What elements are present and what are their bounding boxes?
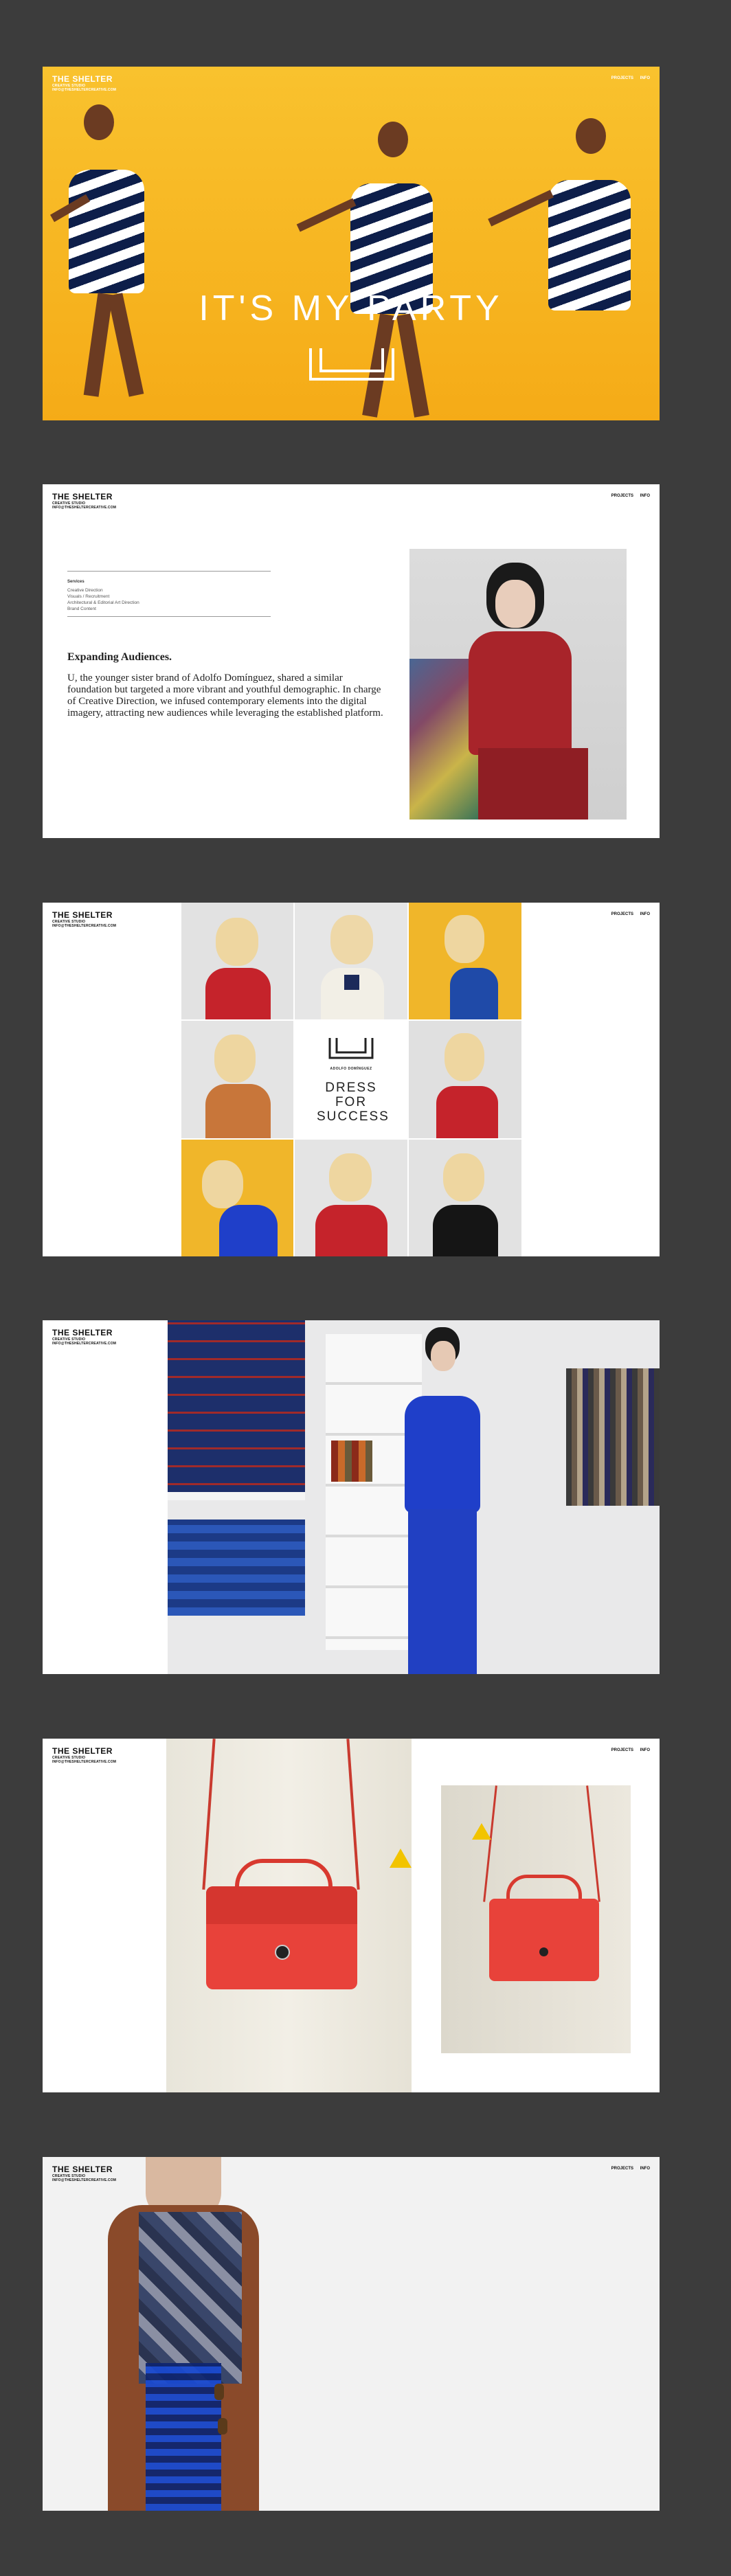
top-nav: PROJECTS INFO: [606, 2167, 650, 2171]
grid-photo: [409, 903, 521, 1019]
campaign-headline: IT'S MY PARTY: [199, 289, 504, 328]
atelier-photo: [168, 1320, 660, 1674]
service-item: Brand Content: [67, 607, 96, 611]
service-item: Architectural & Editorial Art Direction: [67, 600, 139, 605]
services-block: Services Creative Direction Visuals / Re…: [67, 571, 271, 617]
top-nav: PROJECTS INFO: [606, 76, 650, 80]
brand-logo[interactable]: THE SHELTER: [52, 493, 116, 501]
top-nav: PROJECTS INFO: [606, 912, 650, 916]
grid-photo: [409, 1140, 521, 1256]
brand-logo[interactable]: THE SHELTER: [52, 75, 116, 84]
top-nav: PROJECTS INFO: [606, 494, 650, 498]
campaign-photo-left: [43, 67, 247, 420]
brand-logo-tile: ADOLFO DOMÍNGUEZ DRESS FOR SUCCESS: [295, 1021, 407, 1138]
brand-logo[interactable]: THE SHELTER: [52, 2165, 116, 2174]
service-item: Creative Direction: [67, 588, 103, 593]
brand-email[interactable]: INFO@THESHELTERCREATIVE.COM: [52, 924, 116, 928]
brand-email[interactable]: INFO@THESHELTERCREATIVE.COM: [52, 1342, 116, 1346]
brand-block: THE SHELTER CREATIVE STUDIO INFO@THESHEL…: [52, 75, 116, 93]
section-body: U, the younger sister brand of Adolfo Do…: [67, 673, 383, 719]
bag-photo-large: [166, 1739, 412, 2092]
brand-logo[interactable]: THE SHELTER: [52, 1747, 116, 1756]
service-item: Visuals / Recruitment: [67, 594, 110, 599]
u-logo-icon: [309, 348, 394, 381]
nav-info-link[interactable]: INFO: [640, 912, 650, 916]
divider: [67, 616, 271, 617]
brand-email[interactable]: INFO@THESHELTERCREATIVE.COM: [52, 1760, 116, 1764]
divider: [67, 571, 271, 572]
grid-photo: [295, 1140, 407, 1256]
grid-photo: [409, 1021, 521, 1138]
brand-logo[interactable]: THE SHELTER: [52, 911, 116, 920]
brand-email[interactable]: INFO@THESHELTERCREATIVE.COM: [52, 2178, 116, 2182]
brand-block: THE SHELTER CREATIVE STUDIO INFO@THESHEL…: [52, 1329, 116, 1346]
slide-dress-for-success: THE SHELTER CREATIVE STUDIO INFO@THESHEL…: [43, 903, 660, 1256]
slide-red-bag: THE SHELTER CREATIVE STUDIO INFO@THESHEL…: [43, 1739, 660, 2092]
nav-projects-link[interactable]: PROJECTS: [611, 76, 633, 80]
photo-grid: ADOLFO DOMÍNGUEZ DRESS FOR SUCCESS: [181, 903, 521, 1256]
u-logo-icon: [328, 1038, 374, 1059]
grid-photo: [181, 1140, 293, 1256]
brand-email[interactable]: INFO@THESHELTERCREATIVE.COM: [52, 88, 116, 92]
brand-block: THE SHELTER CREATIVE STUDIO INFO@THESHEL…: [52, 911, 116, 929]
slide-its-my-party: THE SHELTER CREATIVE STUDIO INFO@THESHEL…: [43, 67, 660, 420]
nav-info-link[interactable]: INFO: [640, 2167, 650, 2171]
brand-email[interactable]: INFO@THESHELTERCREATIVE.COM: [52, 506, 116, 510]
nav-projects-link[interactable]: PROJECTS: [611, 912, 633, 916]
dress-for-success-text: DRESS FOR SUCCESS: [317, 1081, 390, 1124]
nav-info-link[interactable]: INFO: [640, 76, 650, 80]
nav-info-link[interactable]: INFO: [640, 1748, 650, 1752]
slide-atelier-blue: THE SHELTER CREATIVE STUDIO INFO@THESHEL…: [43, 1320, 660, 1674]
grid-photo: [295, 903, 407, 1019]
nav-info-link[interactable]: INFO: [640, 494, 650, 498]
slide-menswear: THE SHELTER CREATIVE STUDIO INFO@THESHEL…: [43, 2157, 660, 2511]
services-list: Creative Direction Visuals / Recruitment…: [67, 587, 271, 612]
brand-block: THE SHELTER CREATIVE STUDIO INFO@THESHEL…: [52, 2165, 116, 2183]
logo-caption: ADOLFO DOMÍNGUEZ: [330, 1067, 372, 1071]
top-nav: PROJECTS INFO: [606, 1748, 650, 1752]
grid-photo: [181, 903, 293, 1019]
brand-block: THE SHELTER CREATIVE STUDIO INFO@THESHEL…: [52, 1747, 116, 1765]
section-heading: Expanding Audiences.: [67, 651, 172, 663]
brand-block: THE SHELTER CREATIVE STUDIO INFO@THESHEL…: [52, 493, 116, 510]
slide-expanding-audiences: THE SHELTER CREATIVE STUDIO INFO@THESHEL…: [43, 484, 660, 838]
services-title: Services: [67, 580, 85, 584]
editorial-photo: [409, 549, 627, 820]
menswear-photo: [43, 2157, 660, 2511]
brand-logo[interactable]: THE SHELTER: [52, 1329, 116, 1337]
bag-photo-small: [441, 1785, 631, 2053]
nav-projects-link[interactable]: PROJECTS: [611, 2167, 633, 2171]
campaign-photo-right: [473, 67, 660, 420]
nav-projects-link[interactable]: PROJECTS: [611, 1748, 633, 1752]
grid-photo: [181, 1021, 293, 1138]
nav-projects-link[interactable]: PROJECTS: [611, 494, 633, 498]
